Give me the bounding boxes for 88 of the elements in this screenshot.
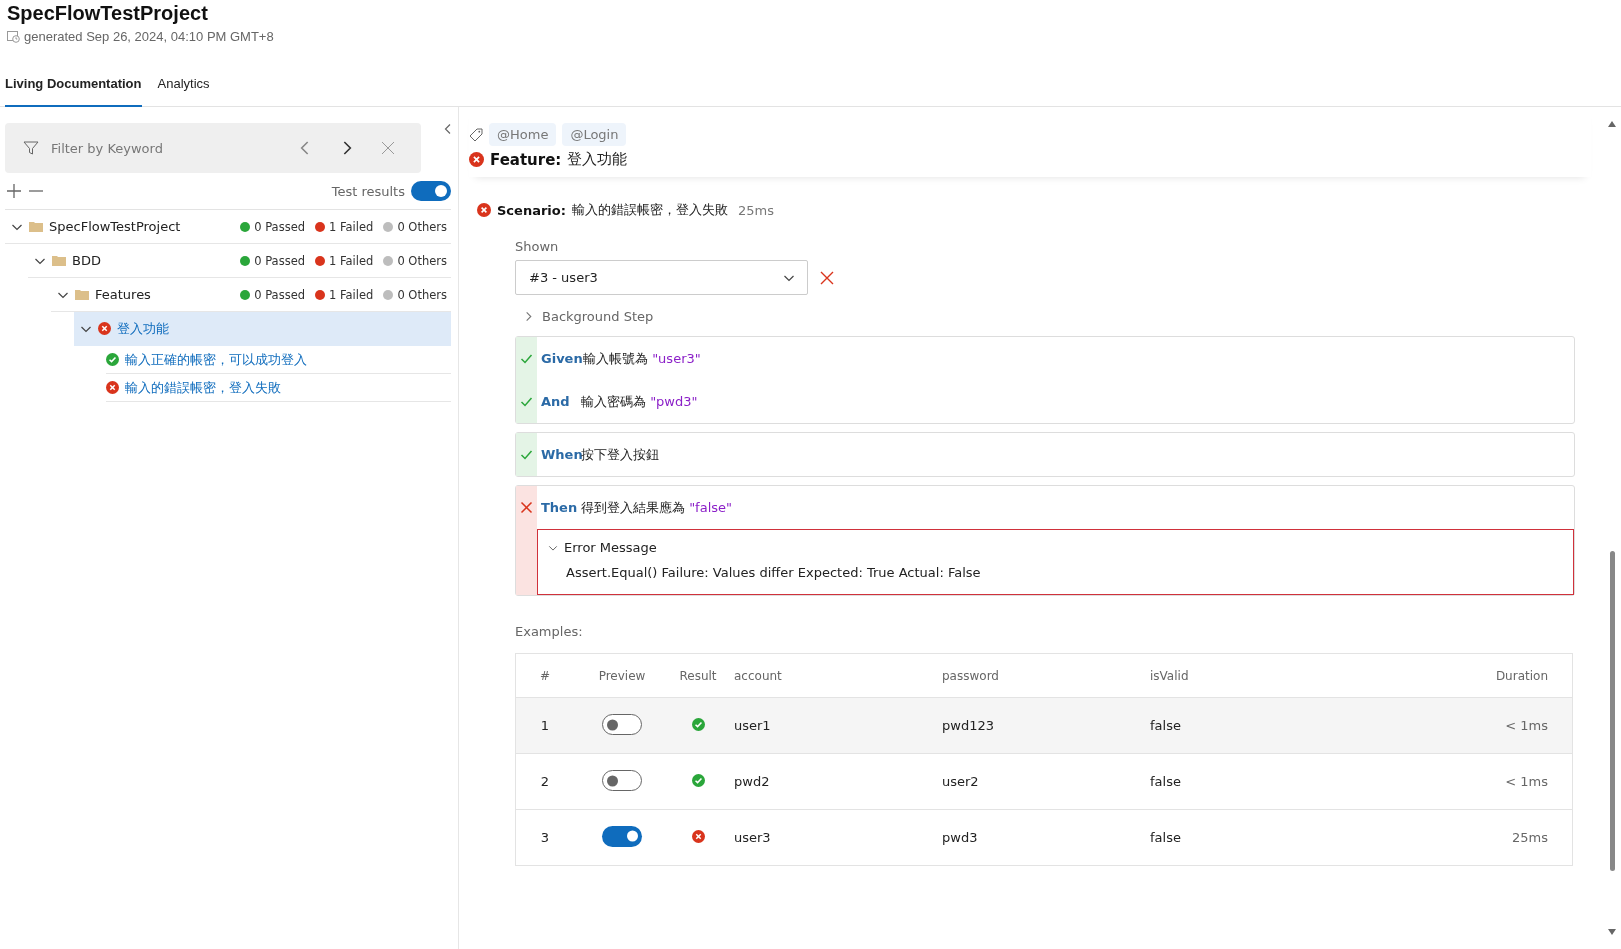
step-text: 得到登入結果應為 "false" — [581, 498, 733, 517]
example-dropdown[interactable]: #3 - user3 — [515, 260, 808, 295]
column-header: Duration — [1358, 653, 1573, 698]
table-cell: user1 — [734, 697, 942, 754]
expand-all-button[interactable] — [5, 182, 23, 200]
status-count: 0 Others — [383, 253, 447, 268]
status-count: 1 Failed — [315, 219, 374, 234]
tab[interactable]: Living Documentation — [5, 68, 142, 107]
tree-scenario-item[interactable]: 輸入的錯誤帳密，登入失敗 — [106, 374, 451, 402]
scrollbar[interactable] — [1607, 121, 1617, 935]
tree-item-label: 輸入的錯誤帳密，登入失敗 — [125, 378, 281, 397]
column-header: Preview — [582, 653, 670, 698]
column-header: # — [515, 653, 582, 698]
folder-icon — [75, 289, 89, 300]
status-count: 1 Failed — [315, 287, 374, 302]
tree-scenario-item[interactable]: 輸入正確的帳密，可以成功登入 — [106, 346, 451, 374]
tree-item-label: 輸入正確的帳密，可以成功登入 — [125, 350, 307, 369]
step-keyword: And — [541, 394, 571, 409]
table-cell: false — [1150, 809, 1358, 866]
scenario-title: 輸入的錯誤帳密，登入失敗 — [571, 201, 728, 219]
table-cell: < 1ms — [1358, 753, 1573, 810]
tree-item-label: BDD — [72, 253, 101, 268]
calendar-clock-icon — [7, 30, 20, 43]
status-count: 0 Others — [383, 219, 447, 234]
tree-item-label: SpecFlowTestProject — [49, 219, 181, 234]
table-cell: false — [1150, 753, 1358, 810]
feature-title: 登入功能 — [567, 150, 628, 169]
status-count: 0 Passed — [240, 253, 306, 268]
scenario-duration: 25ms — [737, 202, 775, 218]
tab[interactable]: Analytics — [157, 68, 210, 107]
background-step-toggle[interactable]: Background Step — [515, 309, 654, 324]
tree-feature-item[interactable]: 登入功能 — [74, 312, 451, 346]
tree-folder-item[interactable]: BDD 0 Passed 1 Failed 0 Others — [28, 244, 451, 278]
table-cell: 3 — [515, 809, 582, 866]
filter-field[interactable]: Filter by Keyword — [49, 139, 279, 157]
folder-icon — [52, 255, 66, 266]
scenario-keyword: Scenario: — [497, 202, 566, 218]
step-keyword: Then — [541, 500, 579, 515]
preview-toggle[interactable] — [602, 825, 642, 847]
column-header: password — [942, 653, 1150, 698]
close-icon — [381, 141, 395, 155]
table-cell: 2 — [515, 753, 582, 810]
scroll-down-icon — [1608, 929, 1616, 935]
error-message-toggle[interactable]: Error Message — [548, 540, 657, 555]
table-cell: false — [1150, 697, 1358, 754]
tag: @Login — [562, 123, 627, 146]
examples-label: Examples: — [515, 624, 584, 639]
tag-icon — [469, 127, 483, 142]
clear-button[interactable] — [379, 139, 397, 157]
preview-toggle[interactable] — [602, 714, 642, 735]
scroll-up-icon — [1608, 121, 1616, 127]
shown-label: Shown — [515, 239, 560, 254]
status-count: 0 Passed — [240, 219, 306, 234]
report-title: SpecFlowTestProject — [7, 2, 209, 25]
column-header: account — [734, 653, 942, 698]
column-header: Result — [670, 653, 734, 698]
table-cell: pwd2 — [734, 753, 942, 810]
step-status-bar — [516, 433, 537, 476]
table-cell: user2 — [942, 753, 1150, 810]
test-results-label: Test results — [331, 183, 405, 199]
tree-item-label: Features — [95, 287, 151, 302]
tree-item-label: 登入功能 — [117, 319, 169, 338]
table-cell: pwd3 — [942, 809, 1150, 866]
status-count: 0 Passed — [240, 287, 306, 302]
preview-toggle[interactable] — [602, 770, 642, 791]
error-message: Assert.Equal() Failure: Values differ Expected: True Actual: False — [566, 565, 982, 580]
column-header: isValid — [1150, 653, 1358, 698]
status-count: 0 Others — [383, 287, 447, 302]
table-cell: < 1ms — [1358, 697, 1573, 754]
table-cell: pwd123 — [942, 697, 1150, 754]
step-keyword: When — [541, 447, 581, 462]
table-cell: user3 — [734, 809, 942, 866]
tree-folder-item[interactable]: SpecFlowTestProject 0 Passed 1 Failed 0 Others — [5, 210, 451, 244]
step-text: 輸入帳號為 "user3" — [583, 349, 701, 368]
step-keyword: Given — [541, 351, 583, 366]
table-cell: 1 — [515, 697, 582, 754]
tag: @Home — [489, 123, 557, 146]
close-icon — [820, 270, 834, 285]
status-count: 1 Failed — [315, 253, 374, 268]
step-text: 按下登入按鈕 — [581, 445, 659, 464]
table-cell: 25ms — [1358, 809, 1573, 866]
feature-keyword: Feature: — [490, 150, 562, 169]
filter-icon — [23, 140, 39, 156]
test-results-toggle[interactable] — [411, 181, 451, 201]
generated-date: generated Sep 26, 2024, 04:10 PM GMT+8 — [24, 29, 274, 44]
plus-icon — [7, 184, 21, 198]
step-text: 輸入密碼為 "pwd3" — [581, 392, 698, 411]
folder-icon — [29, 221, 43, 232]
